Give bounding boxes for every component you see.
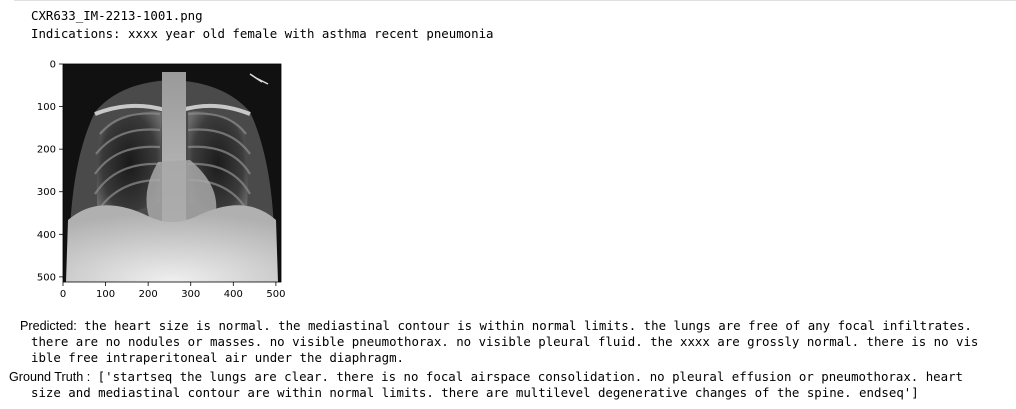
xray-plot: 0 100 200 300 400 500 0 100 200 300 400 500	[37, 60, 286, 301]
y-tick-label: 500	[37, 272, 56, 283]
x-tick-label: 0	[60, 289, 66, 300]
x-tick-label: 300	[181, 289, 200, 300]
y-tick-label: 0	[50, 60, 56, 71]
xray-figure: 0 100 200 300 400 500 0 100 200 300 400 500	[0, 52, 300, 302]
predicted-text-3: ible free intraperitoneal air under the …	[31, 350, 404, 365]
predicted-text-1: the heart size is normal. the mediastina…	[76, 318, 972, 333]
y-tick-label: 200	[37, 145, 56, 156]
predicted-text-2: there are no nodules or masses. no visib…	[31, 334, 979, 349]
output-cell-border	[14, 0, 1016, 1]
ground-truth-text-1: ['startseq the lungs are clear. there is…	[90, 369, 963, 384]
output-indications: Indications: xxxx year old female with a…	[31, 26, 494, 41]
x-tick-label: 200	[139, 289, 158, 300]
predicted-label: Predicted:	[20, 319, 77, 333]
x-tick-label: 100	[96, 289, 115, 300]
ground-truth-line-1: Ground Truth : ['startseq the lungs are …	[9, 369, 963, 385]
x-tick-label: 400	[224, 289, 243, 300]
output-filename: CXR633_IM-2213-1001.png	[31, 8, 203, 23]
ground-truth-label: Ground Truth :	[9, 370, 91, 384]
y-tick-label: 400	[37, 230, 56, 241]
y-tick-label: 100	[37, 102, 56, 113]
ground-truth-text-2: size and mediastinal contour are within …	[31, 385, 919, 400]
predicted-line-1: Predicted: the heart size is normal. the…	[20, 318, 972, 334]
x-tick-label: 500	[266, 289, 285, 300]
x-axis: 0 100 200 300 400 500	[60, 282, 285, 300]
y-tick-label: 300	[37, 187, 56, 198]
y-axis: 0 100 200 300 400 500	[37, 60, 63, 283]
chest-xray-image	[63, 64, 281, 282]
